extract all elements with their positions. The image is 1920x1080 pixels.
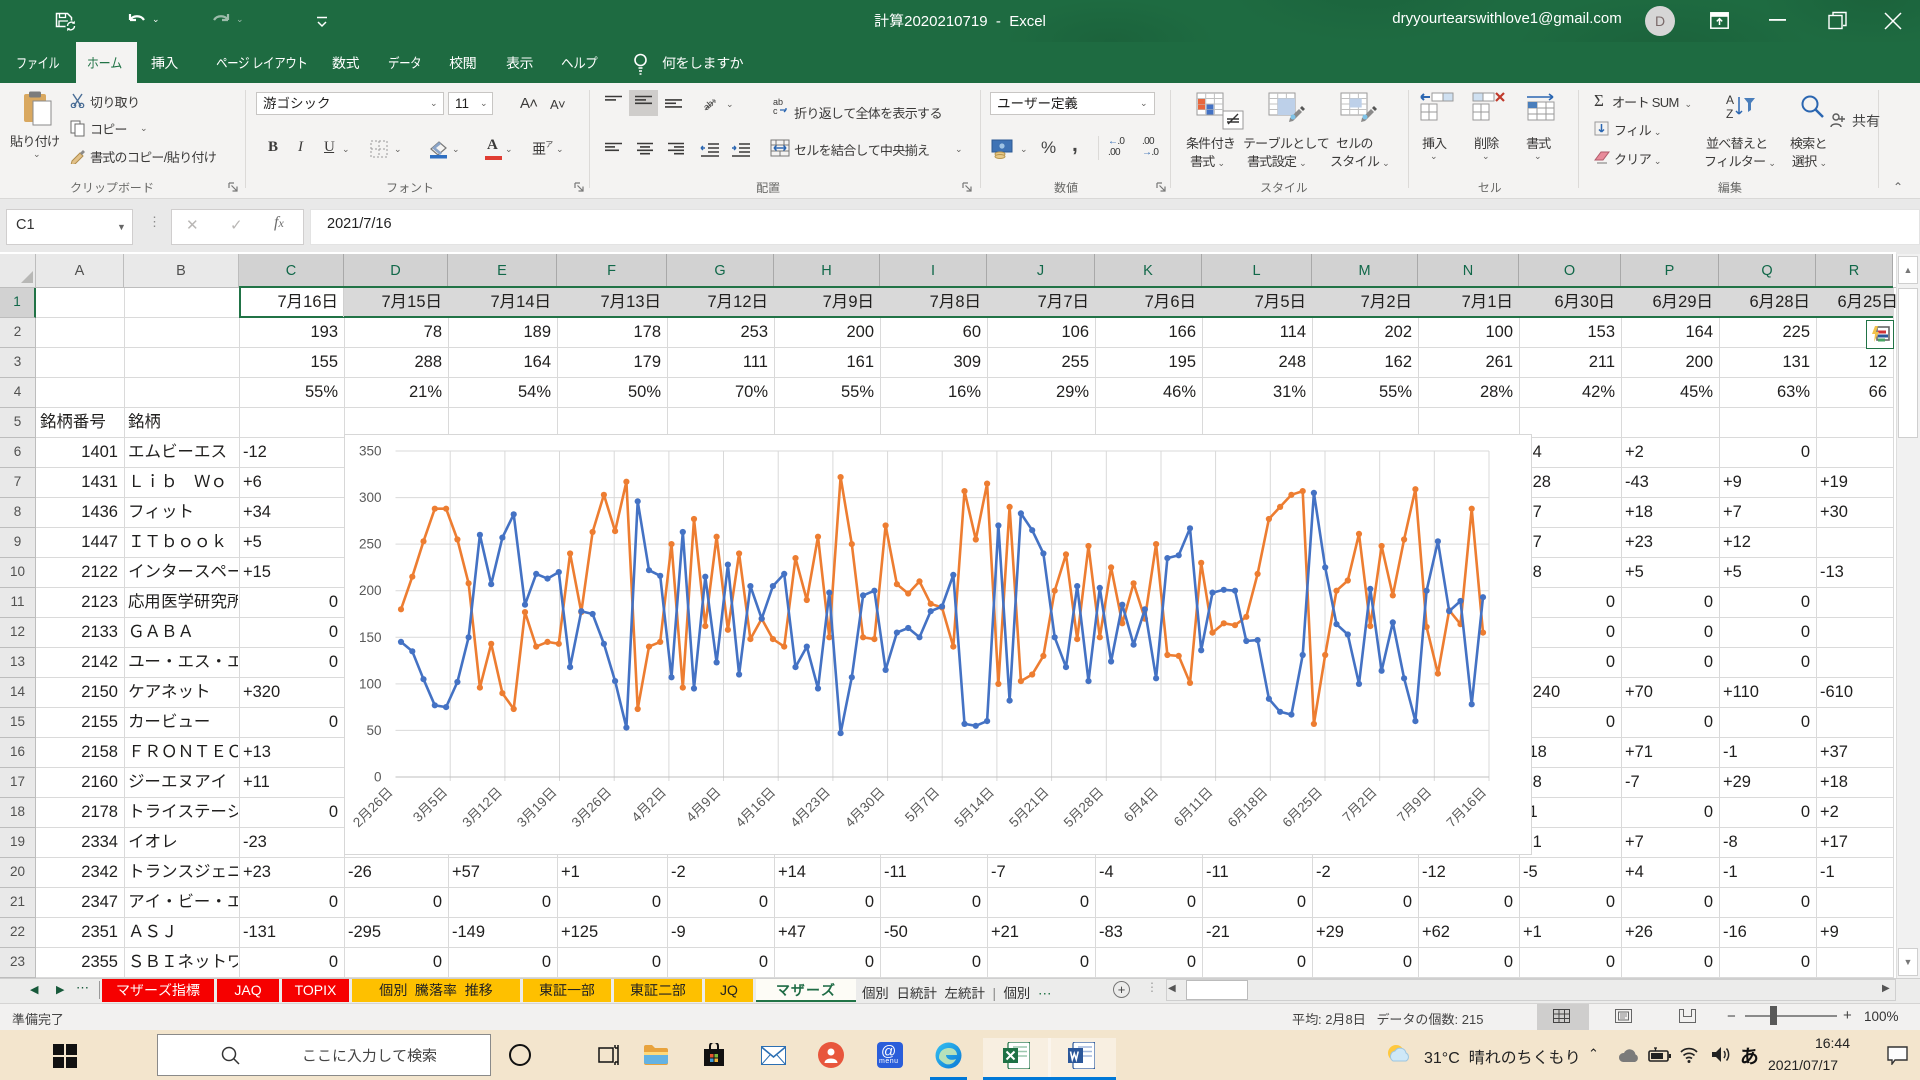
svg-text:250: 250 — [359, 537, 382, 552]
svg-text:A: A — [1726, 93, 1734, 107]
svg-text:Z: Z — [1726, 107, 1733, 121]
svg-text:c: c — [773, 106, 778, 115]
svg-text:0: 0 — [374, 770, 382, 785]
svg-text:200: 200 — [359, 583, 382, 598]
svg-text:300: 300 — [359, 490, 382, 505]
svg-text:100: 100 — [359, 676, 382, 691]
svg-text:150: 150 — [359, 630, 382, 645]
svg-text:350: 350 — [359, 444, 382, 459]
svg-text:50: 50 — [366, 723, 381, 738]
